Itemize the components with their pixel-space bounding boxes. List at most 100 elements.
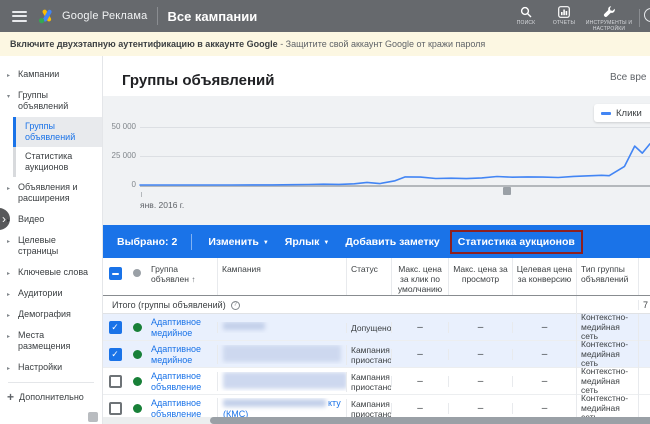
- column-header-type[interactable]: Тип группы объявлений: [576, 258, 638, 295]
- row-status: Кампания приостановл: [346, 399, 391, 419]
- sidebar-item-settings[interactable]: ▸ Настройки: [0, 357, 102, 378]
- legend-label: Клики: [616, 108, 642, 119]
- sidebar-item-ad-groups[interactable]: ▾ Группы объявлений: [0, 85, 102, 117]
- row-status: Допущено: [346, 323, 391, 333]
- reports-button[interactable]: ОТЧЕТЫ: [545, 5, 583, 26]
- campaign-cell-redacted[interactable]: [217, 322, 346, 333]
- top-app-bar: Google Реклама Все кампании ПОИСК ОТЧЕТЫ…: [0, 0, 650, 32]
- column-header-max-cpc[interactable]: Макс. цена за клик по умолчанию: [391, 258, 448, 295]
- table-row[interactable]: Адаптивное объявление Кампания приостано…: [103, 368, 650, 395]
- column-header-max-cpv[interactable]: Макс. цена за просмотр: [448, 258, 512, 295]
- metric-selector[interactable]: Клики ▼: [594, 104, 650, 122]
- group-type: Контекстно-медийная сеть: [576, 340, 638, 369]
- redacted-text: [223, 372, 346, 389]
- select-all-cell: [103, 258, 127, 295]
- sidebar-item-ads-extensions[interactable]: ▸ Объявления и расширения: [0, 177, 102, 209]
- sidebar-item-keywords[interactable]: ▸ Ключевые слова: [0, 262, 102, 283]
- search-icon: [520, 5, 532, 18]
- add-icon: +: [7, 392, 14, 402]
- divider: [191, 234, 192, 250]
- help-icon[interactable]: ?: [231, 301, 240, 310]
- table-header-row: Группа объявлен ↑ Кампания Статус Макс. …: [103, 258, 650, 296]
- column-header-status[interactable]: Статус: [346, 258, 391, 295]
- select-all-checkbox[interactable]: [109, 267, 122, 280]
- row-checkbox[interactable]: [109, 402, 122, 415]
- max-cpv-value: –: [448, 403, 512, 414]
- banner-link[interactable]: Включите двухэтапную аутентификацию в ак…: [10, 39, 278, 49]
- chevron-down-icon: ▼: [263, 240, 269, 246]
- column-header-group[interactable]: Группа объявлен ↑: [147, 258, 217, 295]
- redacted-text: [223, 345, 341, 362]
- page-header: Группы объявлений Все вре: [103, 56, 650, 96]
- chevron-right-icon: ▸: [7, 71, 10, 82]
- row-checkbox[interactable]: [109, 348, 122, 361]
- group-type: Контекстно-медийная сеть: [576, 313, 638, 342]
- google-ads-logo-icon: [38, 8, 55, 24]
- auction-insights-button[interactable]: Статистика аукционов: [450, 230, 583, 254]
- search-button[interactable]: ПОИСК: [507, 5, 545, 26]
- column-header-cropped: [638, 258, 650, 295]
- sort-ascending-icon: ↑: [191, 275, 195, 284]
- row-checkbox[interactable]: [109, 375, 122, 388]
- status-enabled-icon: [133, 377, 142, 386]
- chevron-right-icon: ▸: [7, 237, 10, 248]
- row-status: Кампания приостановл: [346, 372, 391, 392]
- table-row[interactable]: Адаптивное медийное Кампания приостановл…: [103, 341, 650, 368]
- group-type: Контекстно-медийная сеть: [576, 367, 638, 396]
- max-cpc-value: –: [391, 403, 448, 414]
- max-cpv-value: –: [448, 376, 512, 387]
- sidebar-item-demographics[interactable]: ▸ Демография: [0, 304, 102, 325]
- help-icon[interactable]: [644, 8, 650, 22]
- ad-group-link[interactable]: Адаптивное объявление: [147, 371, 217, 392]
- label-menu-button[interactable]: Ярлык▼: [285, 236, 330, 248]
- sidebar-subitem-ad-groups[interactable]: Группы объявлений: [13, 117, 102, 147]
- sidebar-subitem-auction-insights[interactable]: Статистика аукционов: [13, 147, 102, 177]
- status-dot-icon: [133, 269, 141, 277]
- legend-swatch: [601, 112, 611, 115]
- sidebar-item-landing-pages[interactable]: ▸ Целевые страницы: [0, 230, 102, 262]
- totals-row: Итого (группы объявлений) ? 7: [103, 296, 650, 314]
- max-cpv-value: –: [448, 322, 512, 333]
- column-header-target-cpa[interactable]: Целевая цена за конверсию: [512, 258, 576, 295]
- navigation-sidebar: ▸ Кампании ▾ Группы объявлений Группы об…: [0, 56, 103, 424]
- row-checkbox[interactable]: [109, 321, 122, 334]
- totals-right-value: 7: [638, 300, 650, 310]
- redacted-text: [223, 399, 326, 407]
- sidebar-item-campaigns[interactable]: ▸ Кампании: [0, 64, 102, 85]
- max-cpc-value: –: [391, 376, 448, 387]
- campaign-cell-redacted[interactable]: [217, 372, 346, 392]
- sidebar-item-audiences[interactable]: ▸ Аудитории: [0, 283, 102, 304]
- status-dot-header: [127, 258, 147, 295]
- add-note-button[interactable]: Добавить заметку: [345, 236, 439, 248]
- campaign-cell-redacted[interactable]: [217, 345, 346, 365]
- sidebar-item-more[interactable]: + Дополнительно: [0, 387, 102, 407]
- edit-menu-button[interactable]: Изменить▼: [208, 236, 268, 248]
- ad-group-link[interactable]: Адаптивное медийное: [147, 344, 217, 365]
- security-notification-banner[interactable]: Включите двухэтапную аутентификацию в ак…: [0, 32, 650, 56]
- ad-group-link[interactable]: Адаптивное объявление: [147, 398, 217, 419]
- chevron-right-icon: ▸: [7, 332, 10, 343]
- x-tick: [141, 192, 142, 197]
- campaign-cell-redacted[interactable]: кту (КМС): [217, 398, 346, 419]
- chevron-down-icon: ▾: [7, 92, 10, 103]
- divider: [157, 7, 158, 25]
- sidebar-item-videos[interactable]: ▸ Видео: [0, 209, 102, 230]
- ad-groups-table: Группа объявлен ↑ Кампания Статус Макс. …: [103, 258, 650, 424]
- timeline-scrub-handle[interactable]: [503, 187, 511, 195]
- tools-settings-button[interactable]: ИНСТРУМЕНТЫ И НАСТРОЙКИ: [583, 5, 635, 32]
- chevron-down-icon: ▼: [323, 240, 329, 246]
- cropped-ui-fragment: [88, 412, 98, 422]
- ad-group-link[interactable]: Адаптивное медийное: [147, 317, 217, 338]
- status-enabled-icon: [133, 323, 142, 332]
- horizontal-scrollbar-thumb[interactable]: [210, 417, 650, 424]
- bar-chart-icon: [558, 5, 570, 18]
- sidebar-item-placements[interactable]: ▸ Места размещения: [0, 325, 102, 357]
- target-cpa-value: –: [512, 349, 576, 360]
- column-header-campaign[interactable]: Кампания: [217, 258, 346, 295]
- table-row[interactable]: Адаптивное медийное Допущено – – – Конте…: [103, 314, 650, 341]
- menu-icon[interactable]: [12, 11, 27, 22]
- selection-toolbar: Выбрано: 2 Изменить▼ Ярлык▼ Добавить зам…: [103, 225, 650, 258]
- selected-count: Выбрано: 2: [117, 236, 177, 248]
- banner-text: - Защитите свой аккаунт Google от кражи …: [278, 39, 486, 49]
- date-range-selector[interactable]: Все вре: [610, 72, 650, 83]
